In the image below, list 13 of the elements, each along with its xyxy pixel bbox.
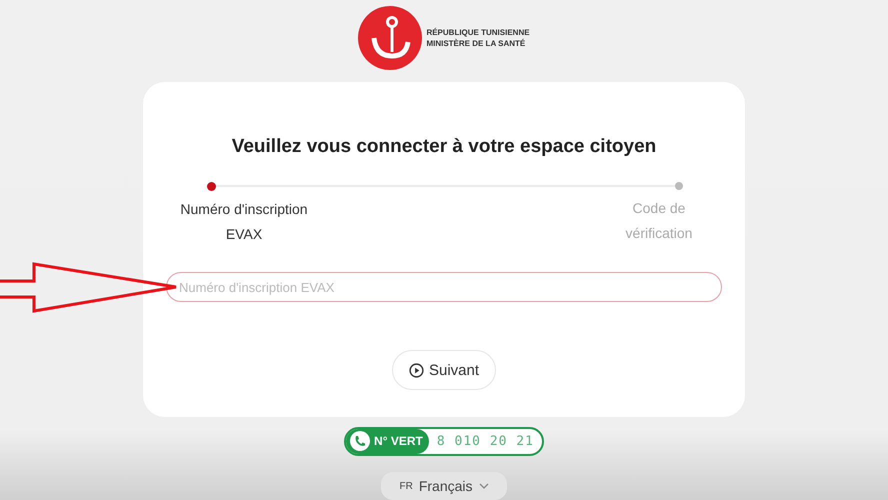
registration-number-field[interactable]: Numéro d'inscription EVAX	[166, 272, 722, 302]
hotline-label: N° VERT	[374, 434, 423, 448]
step-label: Numéro d'inscription EVAX	[179, 200, 309, 244]
language-selector[interactable]: FR Français	[381, 472, 507, 500]
step-label: Code de vérification	[624, 199, 694, 243]
anchor-logo-icon	[358, 6, 422, 70]
republic-label: RÉPUBLIQUE TUNISIENNE	[426, 27, 530, 38]
chevron-down-icon	[478, 483, 489, 490]
ministry-label: MINISTÈRE DE LA SANTÉ	[426, 38, 526, 49]
play-circle-icon	[408, 362, 424, 378]
next-button[interactable]: Suivant	[392, 350, 496, 390]
hotline-number: 8 010 20 21	[436, 434, 535, 449]
login-title: Veuillez vous connecter à votre espace citoyen	[232, 136, 656, 158]
